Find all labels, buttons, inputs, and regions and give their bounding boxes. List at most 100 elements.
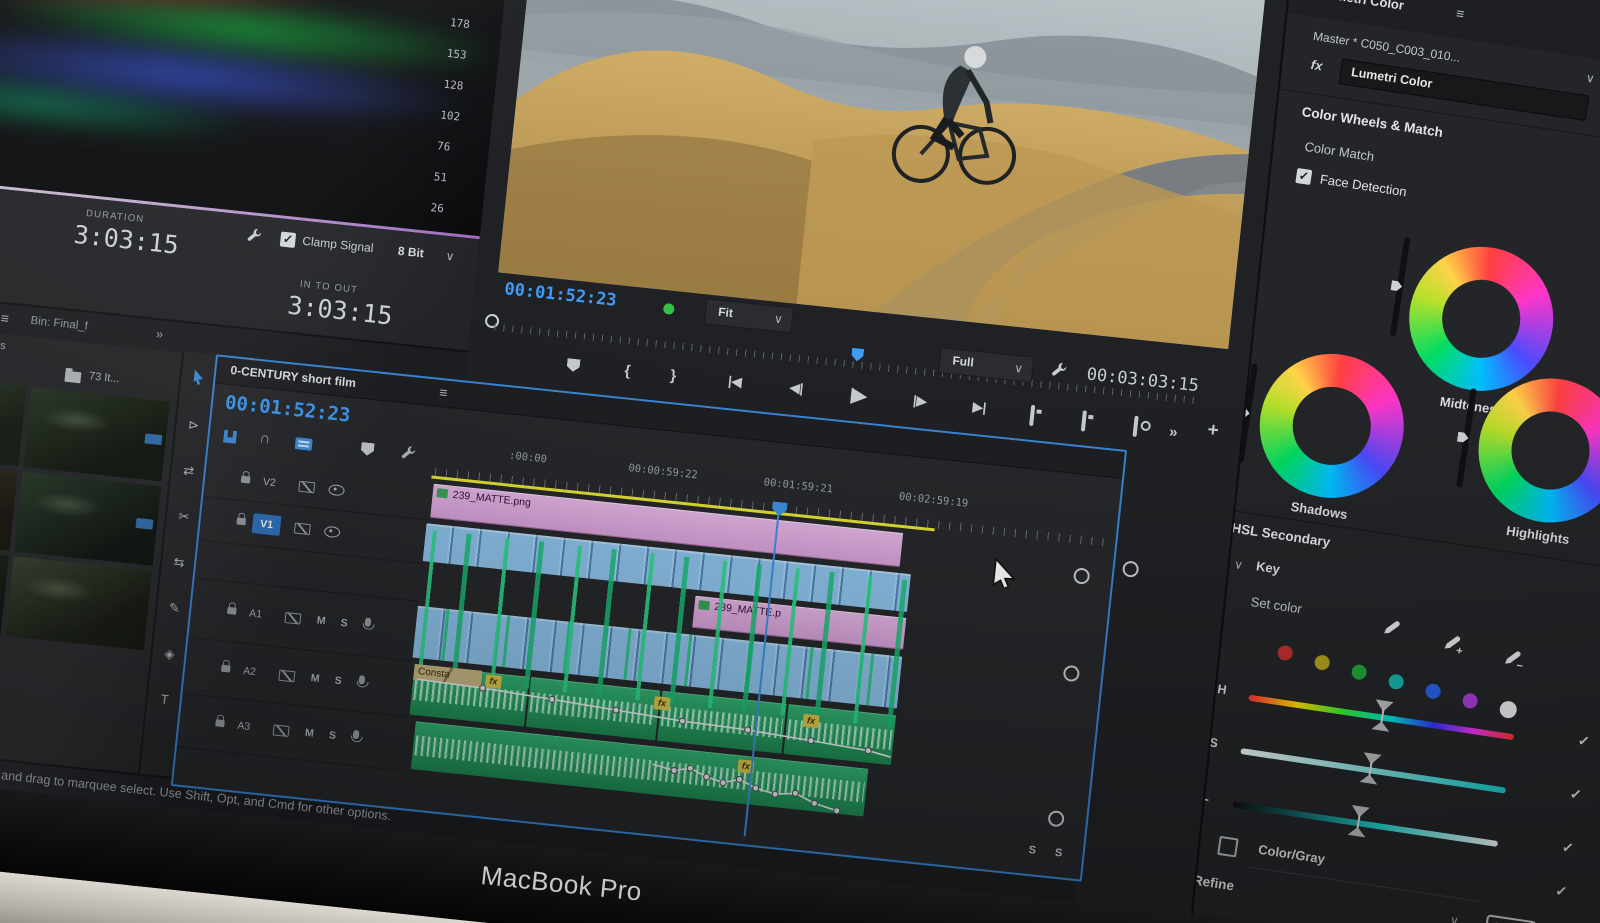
check-icon[interactable]: ✓ [1561, 839, 1575, 858]
lock-icon[interactable] [240, 475, 251, 484]
effect-name-field[interactable]: Lumetri Color [1338, 58, 1590, 122]
tab-bin-final[interactable]: Bin: Final_f [30, 315, 88, 333]
check-icon[interactable]: ✓ [1569, 785, 1583, 804]
shadows-wheel[interactable] [1249, 344, 1414, 508]
extract-icon[interactable] [1080, 410, 1087, 432]
midtones-wheel[interactable] [1399, 236, 1564, 401]
check-icon[interactable]: ✓ [1554, 882, 1568, 901]
face-detection-checkbox[interactable]: ✓ [1295, 168, 1313, 186]
settings-wrench-icon[interactable] [246, 227, 262, 243]
eye-icon[interactable] [328, 483, 346, 497]
mark-in-icon[interactable]: { [624, 362, 632, 380]
mute-button[interactable]: M [316, 614, 326, 627]
clip-thumbnail[interactable] [5, 556, 153, 651]
mic-icon[interactable] [358, 675, 366, 685]
go-to-in-icon[interactable]: |◀ [727, 373, 742, 390]
mark-out-icon[interactable]: } [669, 367, 677, 385]
color-gray-checkbox[interactable] [1217, 835, 1239, 858]
solo-button[interactable]: S [334, 675, 342, 688]
key-label[interactable]: Key [1255, 558, 1281, 576]
add-marker-icon[interactable] [566, 358, 580, 372]
add-button-icon[interactable]: + [1206, 419, 1220, 442]
track-name[interactable]: A2 [243, 665, 257, 678]
swatch-red[interactable] [1276, 644, 1294, 662]
linked-selection-icon[interactable]: ∩ [259, 429, 271, 447]
go-to-out-icon[interactable]: ▶| [972, 399, 987, 416]
color-match-label[interactable]: Color Match [1304, 139, 1376, 164]
solo-button[interactable]: S [340, 617, 348, 630]
track-name[interactable]: V2 [262, 476, 276, 489]
chevron-down-icon[interactable]: ∨ [445, 249, 455, 264]
lift-icon[interactable] [1029, 404, 1036, 427]
chevron-down-icon[interactable]: ∨ [1233, 557, 1244, 572]
resolution-value: Full [951, 353, 975, 370]
eyedropper-minus-icon[interactable]: − [1502, 646, 1525, 673]
solo-toggles[interactable]: S S [1028, 844, 1071, 860]
monitor-settings-wrench-icon[interactable] [1050, 361, 1068, 379]
step-back-icon[interactable]: ◀| [789, 380, 804, 397]
panel-menu-icon[interactable]: ≡ [0, 310, 10, 327]
clip-thumbnail[interactable] [0, 372, 27, 467]
swatch-green[interactable] [1350, 663, 1368, 681]
more-buttons-icon[interactable]: » [1168, 423, 1178, 441]
hue-handle[interactable] [1371, 699, 1393, 731]
fit-dropdown[interactable]: Fit ∨ [703, 298, 795, 334]
lock-icon[interactable] [220, 664, 231, 673]
swatch-teal[interactable] [1387, 673, 1405, 691]
swatch-yellow[interactable] [1313, 654, 1331, 672]
clip-thumbnail[interactable] [14, 471, 161, 566]
sync-lock-icon[interactable] [298, 480, 316, 494]
highlights-wheel[interactable] [1468, 368, 1600, 533]
mute-button[interactable]: M [304, 727, 314, 740]
mute-button[interactable]: M [310, 672, 320, 685]
mask-preview-icon[interactable] [1483, 914, 1537, 923]
axis-tick: 153 [446, 46, 468, 62]
bit-depth-value[interactable]: 8 Bit [397, 244, 424, 261]
scroll-dot[interactable] [1121, 560, 1140, 578]
eyedropper-plus-icon[interactable]: + [1442, 631, 1465, 658]
fx-icon: fx [1309, 56, 1324, 74]
timeline-settings-wrench-icon[interactable] [400, 444, 416, 460]
program-timecode[interactable]: 00:01:52:23 [503, 279, 617, 311]
nest-sequence-icon[interactable] [294, 437, 313, 451]
track-name-selected[interactable]: V1 [251, 513, 282, 536]
swatch-blue[interactable] [1424, 682, 1442, 700]
sync-lock-icon[interactable] [278, 669, 296, 683]
chevron-down-icon[interactable]: ∨ [1585, 71, 1596, 86]
swatch-purple[interactable] [1461, 692, 1479, 710]
eye-icon[interactable] [323, 525, 341, 539]
axis-tick: 102 [439, 108, 461, 124]
chevron-down-icon[interactable]: ∨ [1449, 913, 1460, 923]
refine-label[interactable]: Refine [1192, 872, 1235, 893]
clamp-signal-checkbox[interactable]: ✓ [279, 231, 297, 248]
sync-lock-icon[interactable] [284, 612, 302, 625]
axis-tick: 76 [436, 139, 451, 154]
section-hsl-secondary[interactable]: HSL Secondary [1230, 520, 1331, 550]
track-name[interactable]: A1 [249, 607, 263, 620]
mic-icon[interactable] [352, 729, 360, 740]
luma-handle[interactable] [1347, 805, 1369, 837]
timeline-timecode[interactable]: 00:01:52:23 [224, 392, 351, 427]
clip-thumbnail[interactable] [23, 387, 170, 482]
play-icon[interactable]: ▶ [850, 382, 868, 408]
check-icon[interactable]: ✓ [1577, 732, 1591, 751]
lock-icon[interactable] [236, 517, 247, 526]
snap-icon[interactable] [223, 430, 237, 444]
eyedropper-icon[interactable] [1381, 616, 1404, 639]
panel-menu-icon[interactable]: ≡ [439, 384, 449, 401]
tab-sequence[interactable]: 0-CENTURY short film [230, 363, 357, 390]
export-frame-icon[interactable] [1132, 415, 1139, 438]
sync-lock-icon[interactable] [272, 724, 290, 738]
track-name[interactable]: A3 [237, 720, 251, 733]
lock-icon[interactable] [215, 719, 225, 728]
step-forward-icon[interactable]: |▶ [912, 392, 927, 409]
face-detection-label: Face Detection [1319, 171, 1408, 200]
more-tabs-icon[interactable]: » [155, 326, 164, 342]
lock-icon[interactable] [227, 606, 237, 615]
saturation-handle[interactable] [1359, 752, 1381, 784]
swatch-white[interactable] [1498, 699, 1518, 720]
mic-icon[interactable] [364, 617, 372, 627]
timeline-marker-icon[interactable] [360, 442, 374, 456]
solo-button[interactable]: S [328, 729, 336, 742]
sync-lock-icon[interactable] [293, 522, 311, 536]
